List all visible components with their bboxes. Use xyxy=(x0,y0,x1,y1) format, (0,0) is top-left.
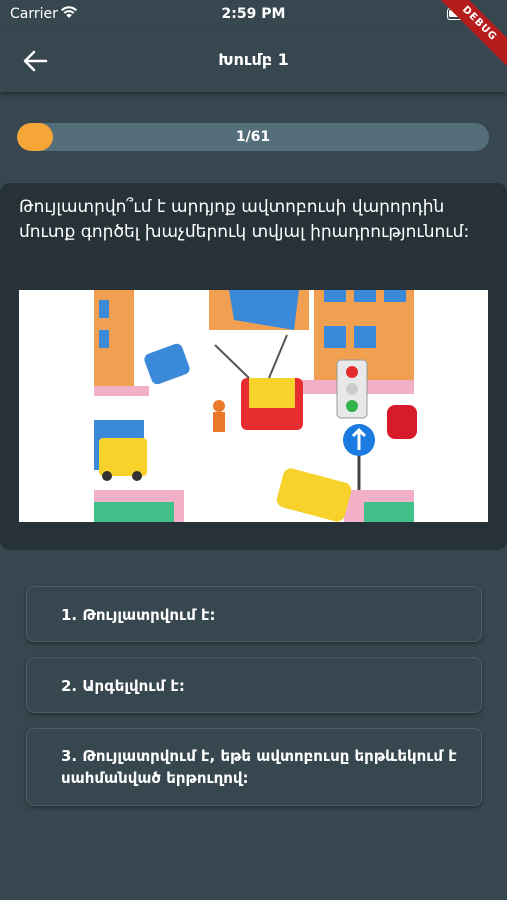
answer-option-3[interactable]: 3. Թույլատրվում է, եթե ավտոբուսը երթևեկո… xyxy=(26,728,482,806)
answer-label: 1. Թույլատրվում է: xyxy=(61,606,216,624)
app-bar: Խումբ 1 xyxy=(0,30,507,92)
status-time: 2:59 PM xyxy=(221,6,286,22)
question-image xyxy=(19,290,488,522)
progress-bar: 1/61 xyxy=(17,123,489,151)
answer-label: 3. Թույլատրվում է, եթե ավտոբուսը երթևեկո… xyxy=(61,747,457,787)
traffic-scene-illustration xyxy=(19,290,488,522)
status-bar: Carrier 2:59 PM xyxy=(0,0,507,30)
answer-option-2[interactable]: 2. Արգելվում է: xyxy=(26,657,482,713)
answer-label: 2. Արգելվում է: xyxy=(61,677,185,695)
answer-option-1[interactable]: 1. Թույլատրվում է: xyxy=(26,586,482,642)
question-card: Թույլատրվո՞ւմ է արդյոք ավտոբուսի վարորդի… xyxy=(0,183,507,550)
page-title: Խումբ 1 xyxy=(218,50,289,69)
question-text: Թույլատրվո՞ւմ է արդյոք ավտոբուսի վարորդի… xyxy=(19,197,470,242)
progress-text: 1/61 xyxy=(235,129,271,145)
